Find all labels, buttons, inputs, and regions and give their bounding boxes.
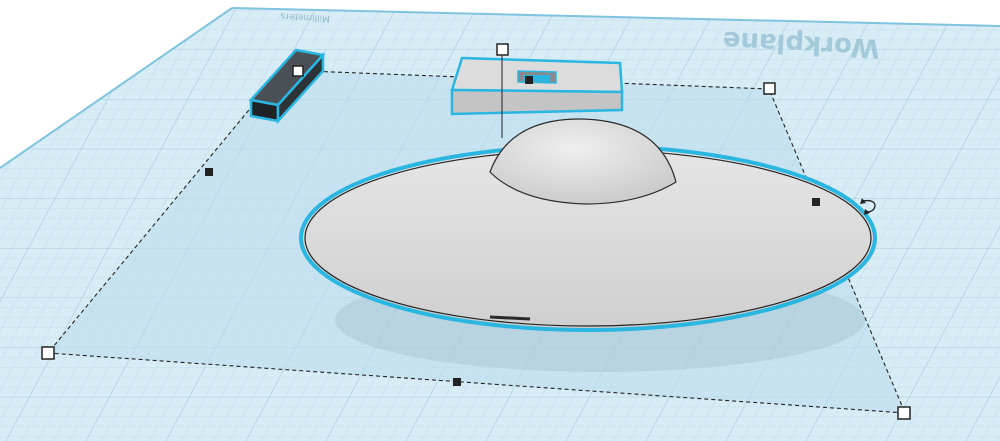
gray-slab-shape[interactable] (450, 56, 624, 116)
ufo-rim-mark (489, 315, 531, 321)
scene-canvas[interactable]: Workplane Millimeters (0, 0, 1000, 441)
corner-handle-bottom-right[interactable] (897, 406, 911, 420)
edge-handle-left[interactable] (205, 168, 213, 176)
edge-handle-top[interactable] (525, 76, 533, 84)
height-handle[interactable] (496, 43, 509, 56)
corner-handle-bottom-left[interactable] (41, 346, 55, 360)
corner-handle-top-left[interactable] (292, 65, 304, 77)
corner-handle-top-right[interactable] (763, 82, 776, 95)
edge-handle-right[interactable] (812, 198, 820, 206)
edge-handle-bottom[interactable] (453, 378, 461, 386)
3d-viewport[interactable]: Workplane Millimeters (0, 0, 1000, 441)
